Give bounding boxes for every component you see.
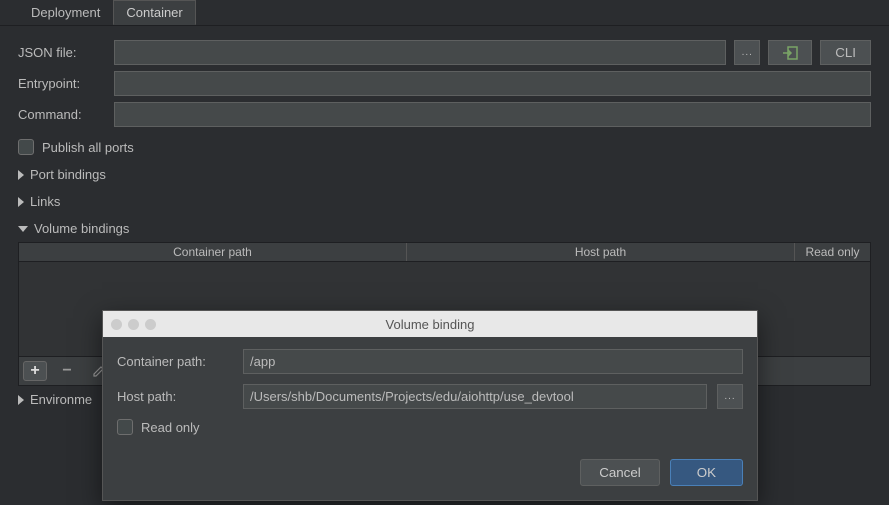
section-label: Volume bindings: [34, 221, 129, 236]
section-volume-bindings[interactable]: Volume bindings: [18, 215, 871, 242]
chevron-right-icon: [18, 395, 24, 405]
volume-binding-dialog: Volume binding Container path: Host path…: [102, 310, 758, 501]
import-icon: [782, 46, 798, 60]
section-links[interactable]: Links: [18, 188, 871, 215]
chevron-right-icon: [18, 170, 24, 180]
cancel-button[interactable]: Cancel: [580, 459, 660, 486]
entrypoint-row: Entrypoint:: [18, 71, 871, 96]
th-read-only[interactable]: Read only: [795, 243, 870, 261]
command-row: Command:: [18, 102, 871, 127]
json-file-row: JSON file: ... CLI: [18, 40, 871, 65]
dialog-body: Container path: Host path: ... Read only: [103, 337, 757, 449]
host-path-label: Host path:: [117, 389, 233, 404]
th-host-path[interactable]: Host path: [407, 243, 795, 261]
tab-deployment[interactable]: Deployment: [18, 0, 113, 25]
tab-bar: Deployment Container: [0, 0, 889, 26]
publish-all-ports-row: Publish all ports: [18, 139, 871, 155]
json-file-browse-button[interactable]: ...: [734, 40, 760, 65]
entrypoint-input[interactable]: [114, 71, 871, 96]
publish-all-ports-checkbox[interactable]: [18, 139, 34, 155]
ok-button[interactable]: OK: [670, 459, 743, 486]
json-file-label: JSON file:: [18, 45, 106, 60]
container-path-label: Container path:: [117, 354, 233, 369]
read-only-label: Read only: [141, 420, 200, 435]
section-label: Links: [30, 194, 60, 209]
import-button[interactable]: [768, 40, 812, 65]
section-label: Environme: [30, 392, 92, 407]
json-file-input[interactable]: [114, 40, 726, 65]
container-path-row: Container path:: [117, 349, 743, 374]
section-label: Port bindings: [30, 167, 106, 182]
cli-button[interactable]: CLI: [820, 40, 871, 65]
container-path-input[interactable]: [243, 349, 743, 374]
th-container-path[interactable]: Container path: [19, 243, 407, 261]
remove-button[interactable]: −: [55, 361, 79, 381]
table-header: Container path Host path Read only: [19, 243, 870, 262]
command-input[interactable]: [114, 102, 871, 127]
dialog-footer: Cancel OK: [103, 449, 757, 500]
tab-container[interactable]: Container: [113, 0, 195, 25]
chevron-down-icon: [18, 226, 28, 232]
entrypoint-label: Entrypoint:: [18, 76, 106, 91]
add-button[interactable]: +: [23, 361, 47, 381]
chevron-right-icon: [18, 197, 24, 207]
publish-all-ports-label: Publish all ports: [42, 140, 134, 155]
dialog-title: Volume binding: [103, 317, 757, 332]
dialog-titlebar[interactable]: Volume binding: [103, 311, 757, 337]
read-only-row: Read only: [117, 419, 743, 435]
read-only-checkbox[interactable]: [117, 419, 133, 435]
command-label: Command:: [18, 107, 106, 122]
host-path-input[interactable]: [243, 384, 707, 409]
section-port-bindings[interactable]: Port bindings: [18, 161, 871, 188]
host-path-browse-button[interactable]: ...: [717, 384, 743, 409]
host-path-row: Host path: ...: [117, 384, 743, 409]
